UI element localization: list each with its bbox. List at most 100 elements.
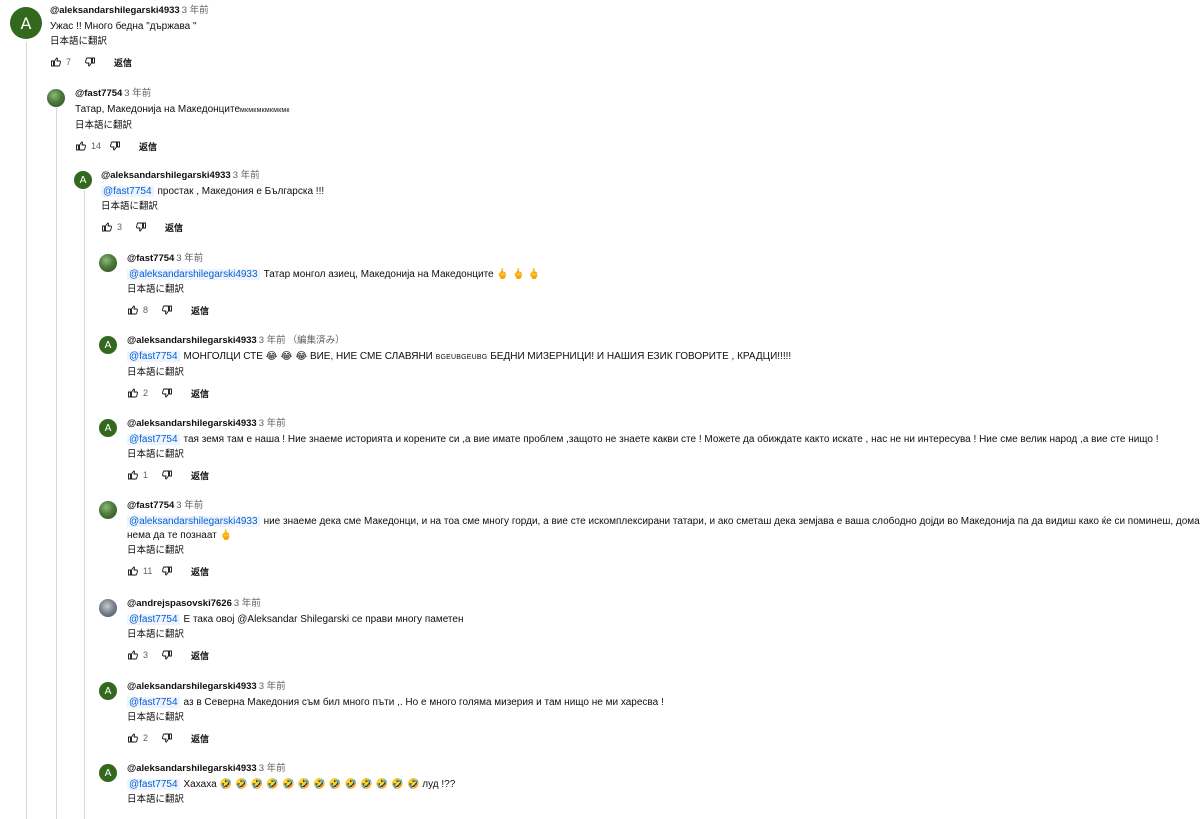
dislike-icon[interactable] <box>109 140 121 152</box>
comment-text: Ужас !! Много бедна "държава " <box>50 21 197 32</box>
comment-author[interactable]: @fast7754 <box>127 500 174 511</box>
translate-link[interactable]: 日本語に翻訳 <box>127 545 1200 557</box>
comment-text: @fast7754 тая земя там е наша ! Ние знаем… <box>127 434 1159 445</box>
reply-button[interactable]: 返信 <box>191 304 209 317</box>
reply-button[interactable]: 返信 <box>191 649 209 662</box>
avatar[interactable]: A <box>99 419 117 437</box>
comment-time[interactable]: 3 年前 <box>234 598 261 609</box>
translate-link[interactable]: 日本語に翻訳 <box>127 367 1200 379</box>
translate-link[interactable]: 日本語に翻訳 <box>127 794 1200 806</box>
translate-link[interactable]: 日本語に翻訳 <box>127 284 1200 296</box>
dislike-icon[interactable] <box>84 56 96 68</box>
laughing-emoji: 😂 😂 😂 <box>265 351 308 362</box>
comment-time[interactable]: 3 年前 <box>176 253 203 264</box>
comment-text: @fast7754 Е така овој @Aleksandar Shilega… <box>127 614 464 625</box>
comment-author[interactable]: @aleksandarshilegarski4933 <box>127 763 257 774</box>
avatar[interactable] <box>99 501 117 519</box>
comment-time[interactable]: 3 年前 <box>182 5 209 16</box>
reply-button[interactable]: 返信 <box>114 56 132 69</box>
like-icon[interactable] <box>75 140 87 152</box>
like-icon[interactable] <box>127 732 139 744</box>
translate-link[interactable]: 日本語に翻訳 <box>101 201 1200 213</box>
mention-link[interactable]: @fast7754 <box>127 434 180 445</box>
comment-author[interactable]: @aleksandarshilegarski4933 <box>101 170 231 181</box>
avatar[interactable]: A <box>99 764 117 782</box>
avatar[interactable]: A <box>99 682 117 700</box>
comment-author[interactable]: @andrejspasovski7626 <box>127 598 232 609</box>
reply-button[interactable]: 返信 <box>191 387 209 400</box>
reply-button[interactable]: 返信 <box>165 221 183 234</box>
thread-line-level-2 <box>56 108 57 819</box>
like-count: 11 <box>143 566 153 576</box>
comment-text: @fast7754 Хахаха 🤣 🤣 🤣 🤣 🤣 🤣 🤣 🤣 🤣 🤣 🤣 🤣 … <box>127 779 456 790</box>
comment-time[interactable]: 3 年前 <box>233 170 260 181</box>
reply-button[interactable]: 返信 <box>191 565 209 578</box>
translate-link[interactable]: 日本語に翻訳 <box>127 449 1200 461</box>
thread-line-level-3 <box>84 190 85 819</box>
rofl-emoji: 🤣 🤣 🤣 🤣 🤣 🤣 🤣 🤣 🤣 🤣 🤣 🤣 🤣 <box>219 779 420 790</box>
like-count: 8 <box>143 305 149 315</box>
comment-time[interactable]: 3 年前 <box>259 681 286 692</box>
translate-link[interactable]: 日本語に翻訳 <box>127 629 1200 641</box>
avatar[interactable] <box>99 254 117 272</box>
comment-time[interactable]: 3 年前 <box>124 88 151 99</box>
avatar[interactable]: A <box>74 171 92 189</box>
comment-text: @fast7754 аз в Северна Македония съм бил … <box>127 697 664 708</box>
thread-line-level-1 <box>26 42 27 819</box>
middle-finger-emoji: 🖕 🖕 🖕 <box>496 269 541 280</box>
translate-link[interactable]: 日本語に翻訳 <box>75 120 1200 132</box>
comment-author[interactable]: @fast7754 <box>127 253 174 264</box>
like-icon[interactable] <box>127 649 139 661</box>
comment-time[interactable]: 3 年前 <box>259 418 286 429</box>
mention-link[interactable]: @fast7754 <box>127 614 180 625</box>
reply-button[interactable]: 返信 <box>191 732 209 745</box>
avatar[interactable] <box>99 599 117 617</box>
comment-time[interactable]: 3 年前 <box>176 500 203 511</box>
comment-author[interactable]: @aleksandarshilegarski4933 <box>127 681 257 692</box>
comment-author[interactable]: @fast7754 <box>75 88 122 99</box>
like-icon[interactable] <box>127 565 139 577</box>
like-count: 3 <box>143 650 149 660</box>
like-icon[interactable] <box>127 304 139 316</box>
like-count: 14 <box>91 141 102 151</box>
like-icon[interactable] <box>127 387 139 399</box>
avatar[interactable] <box>47 89 65 107</box>
comment-author[interactable]: @aleksandarshilegarski4933 <box>50 5 180 16</box>
dislike-icon[interactable] <box>161 469 173 481</box>
avatar[interactable]: A <box>10 7 42 39</box>
dislike-icon[interactable] <box>135 221 147 233</box>
mention-link[interactable]: @fast7754 <box>127 697 180 708</box>
like-count: 1 <box>143 470 149 480</box>
translate-link[interactable]: 日本語に翻訳 <box>50 36 1200 48</box>
dislike-icon[interactable] <box>161 304 173 316</box>
reply-button[interactable]: 返信 <box>139 140 157 153</box>
like-count: 3 <box>117 222 123 232</box>
avatar[interactable]: A <box>99 336 117 354</box>
mention-link[interactable]: @fast7754 <box>127 779 180 790</box>
comment-text: Татар, Македонија на Македонцитемкмкмкмк… <box>75 104 290 115</box>
comment-author[interactable]: @aleksandarshilegarski4933 <box>127 335 257 346</box>
like-count: 2 <box>143 733 149 743</box>
dislike-icon[interactable] <box>161 732 173 744</box>
like-icon[interactable] <box>127 469 139 481</box>
like-count: 7 <box>66 57 72 67</box>
like-count: 2 <box>143 388 149 398</box>
mention-link[interactable]: @fast7754 <box>127 351 180 362</box>
comment-text: @aleksandarshilegarski4933 ние знаеме дек… <box>127 516 1200 541</box>
middle-finger-emoji: 🖕 <box>219 530 232 541</box>
mention-link[interactable]: @fast7754 <box>101 186 154 197</box>
mention-link[interactable]: @aleksandarshilegarski4933 <box>127 269 260 280</box>
translate-link[interactable]: 日本語に翻訳 <box>127 712 1200 724</box>
dislike-icon[interactable] <box>161 649 173 661</box>
dislike-icon[interactable] <box>161 565 173 577</box>
dislike-icon[interactable] <box>161 387 173 399</box>
comment-time[interactable]: 3 年前 <box>259 763 286 774</box>
reply-button[interactable]: 返信 <box>191 469 209 482</box>
like-icon[interactable] <box>50 56 62 68</box>
comment-text: @fast7754 простак , Македония е Българска… <box>101 186 325 197</box>
comment-time[interactable]: 3 年前 <box>259 335 286 346</box>
comment-author[interactable]: @aleksandarshilegarski4933 <box>127 418 257 429</box>
like-icon[interactable] <box>101 221 113 233</box>
edited-label: （編集済み） <box>287 335 345 346</box>
mention-link[interactable]: @aleksandarshilegarski4933 <box>127 516 260 527</box>
